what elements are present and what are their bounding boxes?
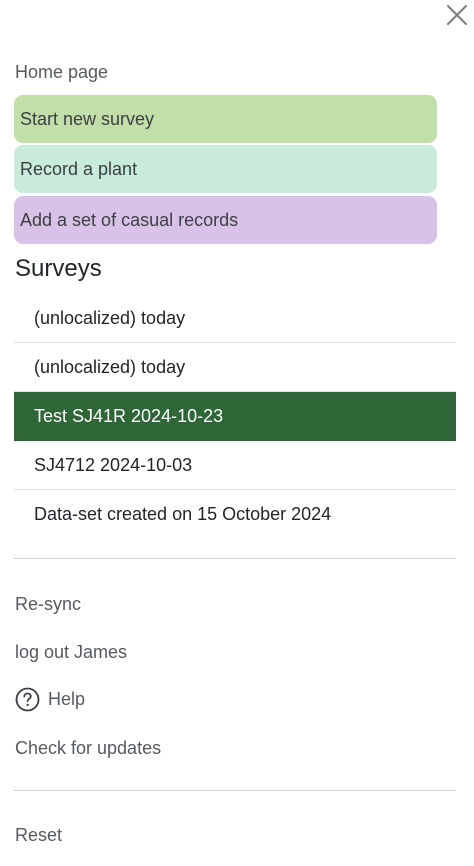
add-casual-records-button[interactable]: Add a set of casual records xyxy=(14,196,437,244)
survey-list: (unlocalized) today (unlocalized) today … xyxy=(14,294,456,539)
survey-item[interactable]: SJ4712 2024-10-03 xyxy=(14,441,456,490)
survey-item-active[interactable]: Test SJ41R 2024-10-23 xyxy=(14,392,456,441)
help-circle-icon xyxy=(15,687,40,712)
survey-item[interactable]: (unlocalized) today xyxy=(14,294,456,343)
start-new-survey-button[interactable]: Start new survey xyxy=(14,95,437,143)
close-icon xyxy=(447,5,467,25)
divider xyxy=(14,790,456,791)
help-label: Help xyxy=(48,689,86,709)
survey-item[interactable]: Data-set created on 15 October 2024 xyxy=(14,490,456,539)
record-plant-button[interactable]: Record a plant xyxy=(14,145,437,193)
help-link[interactable]: Help xyxy=(15,687,85,712)
resync-link[interactable]: Re-sync xyxy=(15,593,81,615)
surveys-heading: Surveys xyxy=(15,255,102,282)
divider xyxy=(14,558,456,559)
check-updates-link[interactable]: Check for updates xyxy=(15,737,161,759)
home-page-link[interactable]: Home page xyxy=(15,61,108,83)
close-button[interactable] xyxy=(444,2,470,28)
survey-item[interactable]: (unlocalized) today xyxy=(14,343,456,392)
logout-link[interactable]: log out James xyxy=(15,641,127,663)
reset-link[interactable]: Reset xyxy=(15,824,62,846)
